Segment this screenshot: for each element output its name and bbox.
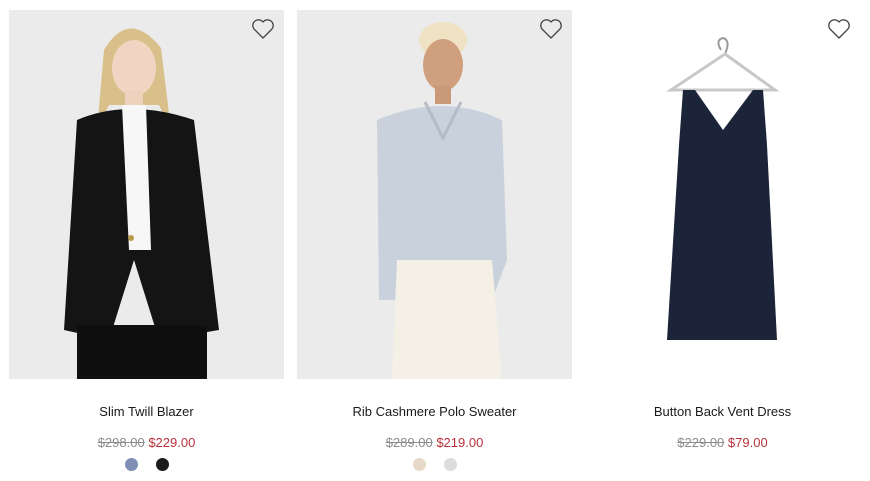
product-name[interactable]: Rib Cashmere Polo Sweater bbox=[297, 404, 572, 419]
color-swatch-black[interactable] bbox=[155, 458, 169, 471]
product-card-button-back-vent-dress[interactable]: Button Back Vent Dress $229.00 $79.00 bbox=[585, 10, 860, 450]
color-swatch-cream[interactable] bbox=[412, 458, 426, 471]
product-price: $298.00 $229.00 bbox=[9, 435, 284, 450]
original-price: $229.00 bbox=[677, 435, 725, 450]
color-swatch-blue[interactable] bbox=[124, 458, 138, 471]
original-price: $298.00 bbox=[97, 435, 145, 450]
product-card-rib-cashmere-polo-sweater[interactable]: Rib Cashmere Polo Sweater $289.00 $219.0… bbox=[297, 10, 572, 471]
product-image-blazer[interactable] bbox=[9, 10, 284, 379]
product-image-dress[interactable] bbox=[585, 10, 860, 379]
heart-icon[interactable] bbox=[251, 18, 275, 40]
heart-icon[interactable] bbox=[539, 18, 563, 40]
heart-icon[interactable] bbox=[827, 18, 851, 40]
original-price: $289.00 bbox=[385, 435, 433, 450]
sale-price: $229.00 bbox=[148, 435, 196, 450]
color-swatches bbox=[297, 458, 572, 471]
product-price: $229.00 $79.00 bbox=[585, 435, 860, 450]
product-image-sweater[interactable] bbox=[297, 10, 572, 379]
product-price: $289.00 $219.00 bbox=[297, 435, 572, 450]
model-wearing-blazer bbox=[9, 10, 284, 379]
sale-price: $219.00 bbox=[436, 435, 484, 450]
product-name[interactable]: Button Back Vent Dress bbox=[585, 404, 860, 419]
color-swatches bbox=[9, 458, 284, 471]
product-card-slim-twill-blazer[interactable]: Slim Twill Blazer $298.00 $229.00 bbox=[9, 10, 284, 471]
sale-price: $79.00 bbox=[727, 435, 768, 450]
model-wearing-sweater bbox=[297, 10, 572, 379]
dress-on-hanger bbox=[585, 10, 860, 379]
color-swatch-gray[interactable] bbox=[443, 458, 457, 471]
product-name[interactable]: Slim Twill Blazer bbox=[9, 404, 284, 419]
